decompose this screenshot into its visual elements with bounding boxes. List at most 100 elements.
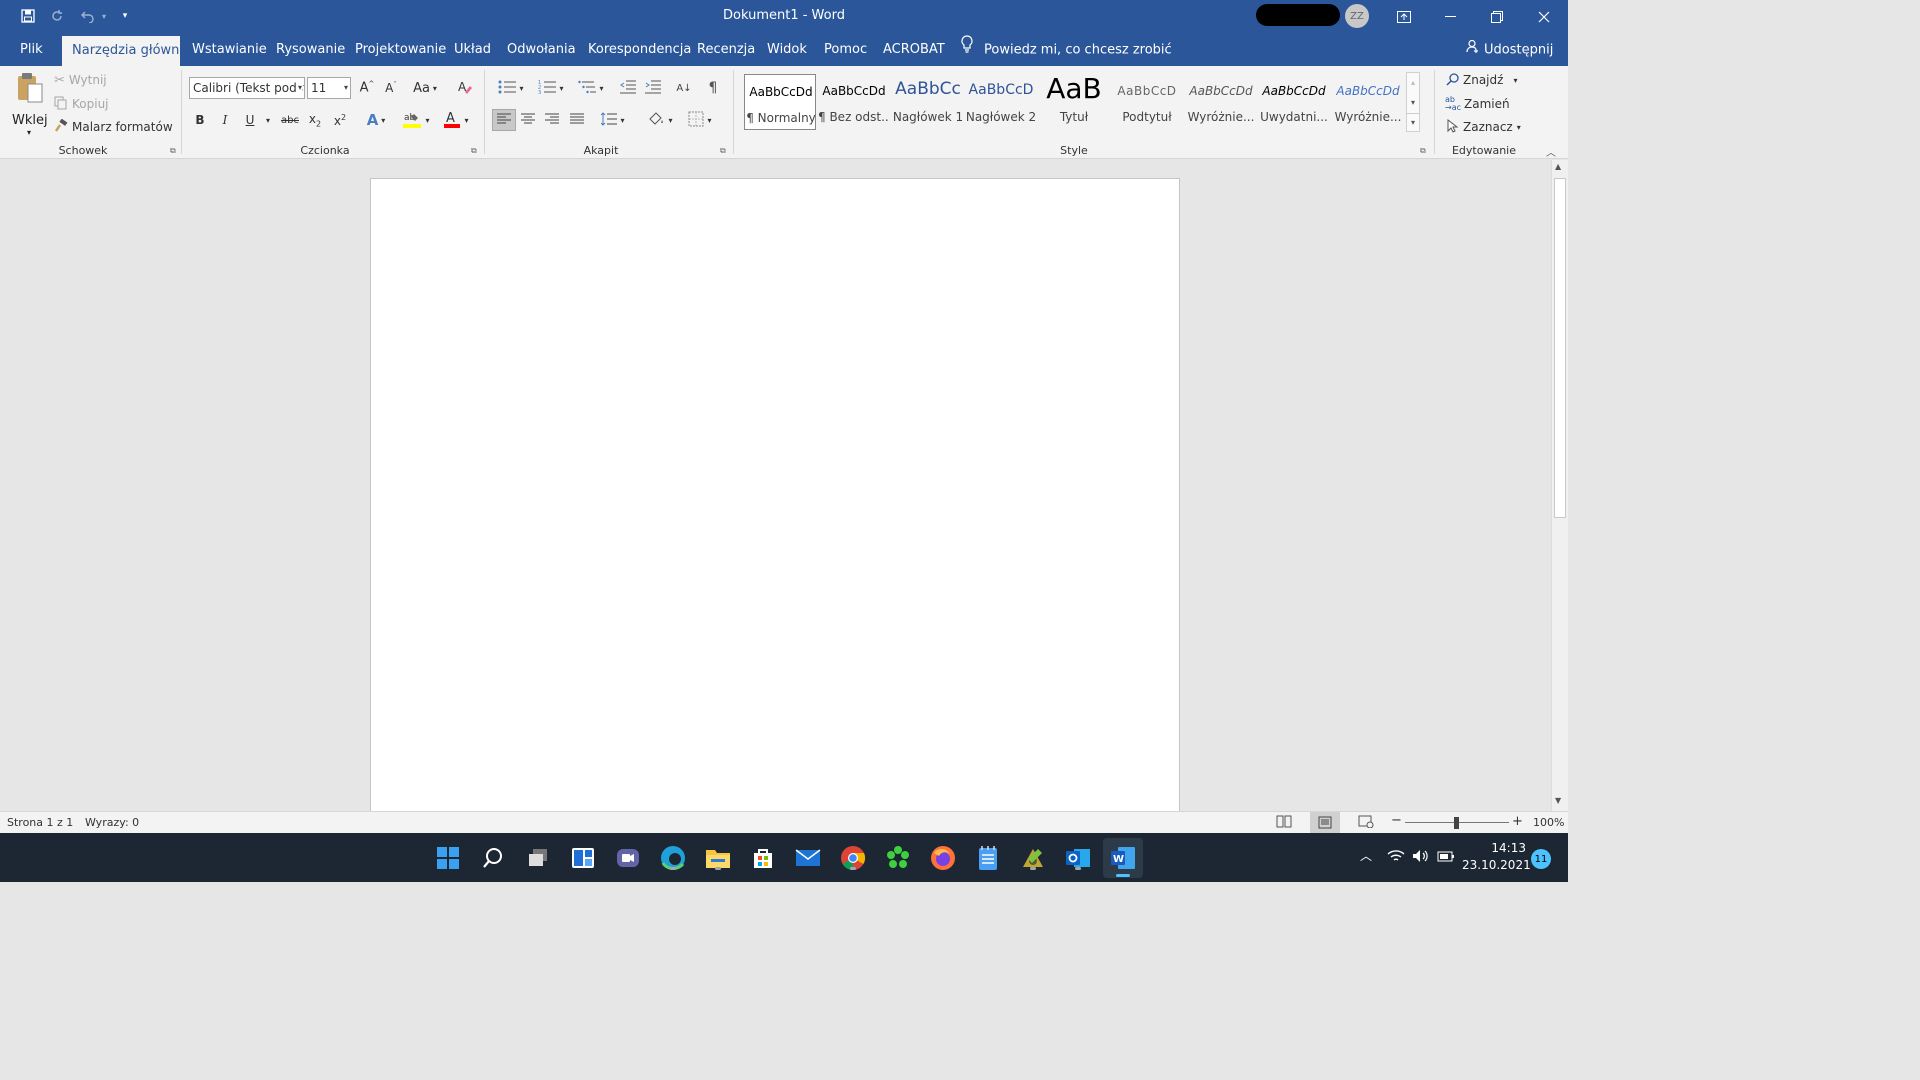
- tab-home[interactable]: Narzędzia główne: [62, 36, 187, 66]
- tab-acrobat[interactable]: ACROBAT: [873, 33, 955, 66]
- align-right-button[interactable]: [541, 109, 563, 131]
- icq-flower-icon[interactable]: [882, 842, 914, 874]
- highlight-button[interactable]: ab ▾: [398, 109, 434, 131]
- tab-layout[interactable]: Układ: [444, 33, 501, 66]
- strikethrough-button[interactable]: abc: [279, 109, 301, 131]
- align-left-button[interactable]: [492, 109, 516, 131]
- increase-indent-button[interactable]: [642, 77, 664, 99]
- justify-button[interactable]: [566, 109, 588, 131]
- file-explorer-icon[interactable]: [702, 842, 734, 874]
- font-size-combo[interactable]: 11 ▾: [307, 77, 351, 99]
- undo-dropdown-icon[interactable]: ▾: [98, 6, 110, 26]
- font-launcher-icon[interactable]: ⧉: [471, 146, 481, 156]
- search-icon[interactable]: [477, 842, 509, 874]
- paste-button[interactable]: Wklej ▾: [12, 72, 48, 137]
- tab-mailings[interactable]: Korespondencja: [578, 33, 701, 66]
- sort-button[interactable]: A↓: [673, 77, 695, 99]
- edge-icon[interactable]: [657, 842, 689, 874]
- show-paragraph-marks-button[interactable]: ¶: [702, 77, 724, 99]
- document-page[interactable]: [370, 178, 1180, 818]
- font-color-button[interactable]: A ▾: [438, 109, 474, 131]
- tab-references[interactable]: Odwołania: [497, 33, 586, 66]
- ribbon-display-options-icon[interactable]: [1381, 0, 1427, 33]
- gimp-app-icon[interactable]: [1017, 842, 1049, 874]
- gallery-more-icon[interactable]: ▾: [1407, 113, 1419, 131]
- widgets-icon[interactable]: [567, 842, 599, 874]
- task-view-icon[interactable]: [522, 842, 554, 874]
- chevron-down-icon[interactable]: ▾: [1407, 93, 1419, 113]
- teams-chat-icon[interactable]: [612, 842, 644, 874]
- scroll-up-icon[interactable]: ▲: [1555, 162, 1561, 171]
- battery-icon[interactable]: [1437, 849, 1455, 867]
- underline-dropdown-icon[interactable]: ▾: [262, 109, 274, 131]
- print-layout-icon[interactable]: [1310, 812, 1340, 833]
- volume-icon[interactable]: [1412, 849, 1430, 867]
- format-painter-button[interactable]: Malarz formatów: [54, 116, 173, 138]
- word-taskbar-icon[interactable]: W: [1103, 838, 1143, 878]
- line-spacing-button[interactable]: ▾: [597, 109, 629, 131]
- bullets-button[interactable]: ▾: [493, 77, 529, 99]
- chevron-up-icon[interactable]: ▴: [1407, 73, 1419, 93]
- outlook-icon[interactable]: [1062, 842, 1094, 874]
- wifi-icon[interactable]: [1387, 849, 1405, 867]
- word-count[interactable]: Wyrazy: 0: [85, 816, 139, 829]
- replace-button[interactable]: ab →ac Zamień: [1445, 93, 1510, 115]
- grow-font-button[interactable]: A^: [356, 77, 378, 99]
- restore-icon[interactable]: [1474, 0, 1520, 33]
- shading-button[interactable]: ▾: [642, 109, 678, 131]
- decrease-indent-button[interactable]: [617, 77, 639, 99]
- style-title[interactable]: AaB Tytuł: [1038, 72, 1110, 130]
- find-button[interactable]: Znajdź ▾: [1446, 69, 1517, 91]
- clear-formatting-button[interactable]: A: [453, 77, 477, 99]
- numbering-button[interactable]: 1 2 3 ▾: [533, 77, 569, 99]
- customize-quick-access-icon[interactable]: ▾: [116, 6, 134, 26]
- zoom-out-button[interactable]: −: [1391, 813, 1402, 828]
- select-button[interactable]: Zaznacz ▾: [1447, 116, 1521, 138]
- text-effects-button[interactable]: A ▾: [360, 109, 392, 131]
- mail-icon[interactable]: [792, 842, 824, 874]
- tab-help[interactable]: Pomoc: [814, 33, 877, 66]
- show-hidden-icons[interactable]: ︿: [1360, 847, 1372, 864]
- scroll-down-icon[interactable]: ▼: [1555, 796, 1561, 805]
- tab-design[interactable]: Projektowanie: [345, 33, 456, 66]
- microsoft-store-icon[interactable]: [747, 842, 779, 874]
- style-heading-1[interactable]: AaBbCc Nagłówek 1: [892, 74, 964, 130]
- read-mode-icon[interactable]: [1276, 815, 1292, 831]
- style-normal[interactable]: AaBbCcDd ¶ Normalny: [744, 74, 816, 130]
- bold-button[interactable]: B: [190, 109, 210, 131]
- tell-me-search[interactable]: Powiedz mi, co chcesz zrobić: [960, 33, 1172, 66]
- share-button[interactable]: Udostępnij: [1466, 33, 1553, 66]
- multilevel-list-button[interactable]: ▾: [573, 77, 609, 99]
- tab-insert[interactable]: Wstawianie: [182, 33, 277, 66]
- firefox-icon[interactable]: [927, 842, 959, 874]
- scroll-thumb[interactable]: [1554, 178, 1566, 518]
- redo-icon[interactable]: [46, 6, 68, 26]
- save-icon[interactable]: [17, 6, 39, 26]
- style-heading-2[interactable]: AaBbCcD Nagłówek 2: [965, 74, 1037, 130]
- web-layout-icon[interactable]: [1358, 815, 1374, 831]
- windows-start-icon[interactable]: [432, 842, 464, 874]
- collapse-ribbon-icon[interactable]: ︿: [1546, 144, 1556, 159]
- chrome-icon[interactable]: [837, 842, 869, 874]
- subscript-button[interactable]: x2: [304, 109, 326, 131]
- tab-draw[interactable]: Rysowanie: [266, 33, 355, 66]
- notification-badge[interactable]: 11: [1531, 849, 1551, 869]
- zoom-slider-thumb[interactable]: [1454, 817, 1459, 829]
- close-icon[interactable]: [1521, 0, 1567, 33]
- vertical-scrollbar[interactable]: ▲ ▼: [1551, 160, 1568, 811]
- paragraph-launcher-icon[interactable]: ⧉: [720, 146, 730, 156]
- zoom-level[interactable]: 100%: [1533, 816, 1564, 829]
- borders-button[interactable]: ▾: [682, 109, 718, 131]
- style-subtitle[interactable]: AaBbCcD Podtytuł: [1111, 74, 1183, 130]
- font-name-combo[interactable]: Calibri (Tekst podstawowy) ▾: [189, 77, 305, 99]
- clock-time[interactable]: 14:13: [1468, 841, 1526, 855]
- styles-launcher-icon[interactable]: ⧉: [1420, 146, 1430, 156]
- cut-button[interactable]: ✂ Wytnij: [54, 69, 107, 91]
- notepad-icon[interactable]: [972, 842, 1004, 874]
- clipboard-launcher-icon[interactable]: ⧉: [170, 146, 180, 156]
- clock-date[interactable]: 23.10.2021: [1462, 858, 1531, 872]
- style-subtle-emphasis[interactable]: AaBbCcDd Wyróżnie...: [1185, 74, 1257, 130]
- tab-view[interactable]: Widok: [757, 33, 817, 66]
- style-emphasis[interactable]: AaBbCcDd Uwydatni...: [1258, 74, 1330, 130]
- italic-button[interactable]: I: [215, 109, 235, 131]
